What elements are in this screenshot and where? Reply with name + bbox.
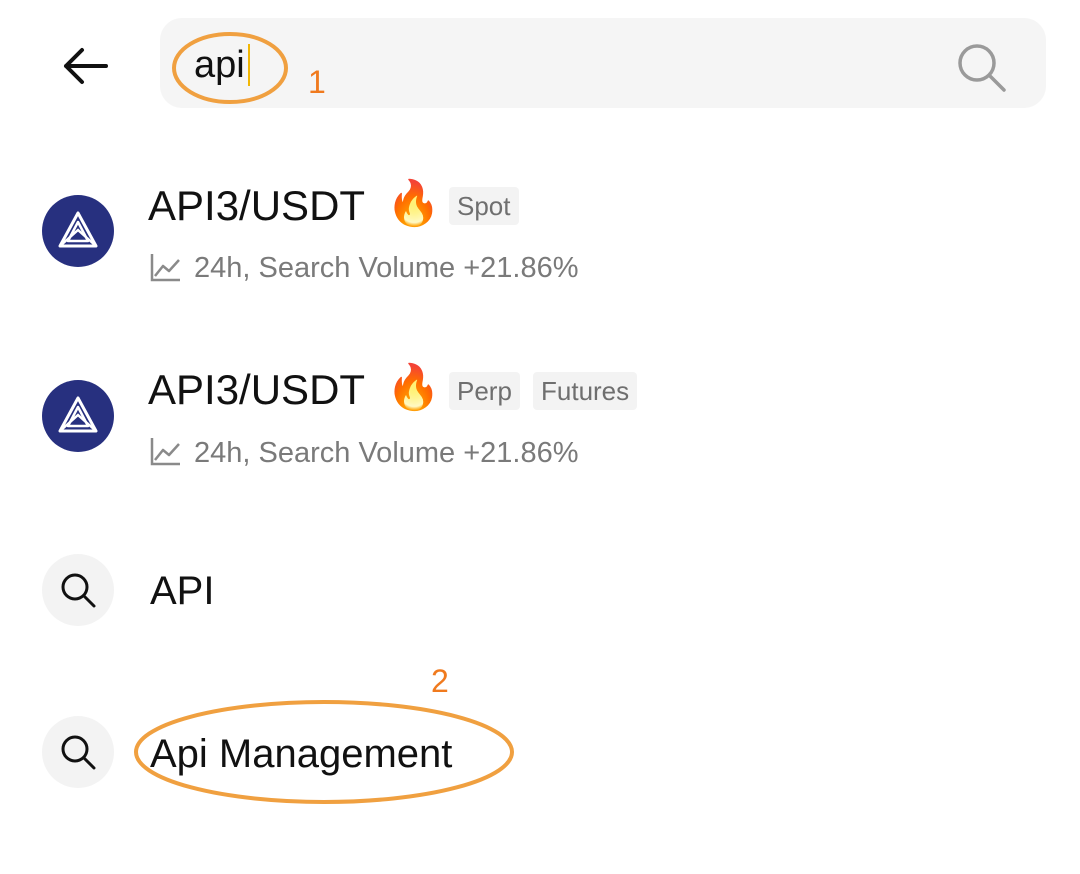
trend-line-icon xyxy=(150,254,180,282)
magnifier-icon xyxy=(61,573,96,608)
suggestion-label: API xyxy=(150,569,215,613)
suggestion-search-icon-bg xyxy=(42,554,114,626)
coin-avatar xyxy=(42,380,114,452)
search-button[interactable] xyxy=(950,36,1012,98)
market-tag-spot: Spot xyxy=(449,187,519,225)
trend-line-icon xyxy=(150,438,180,466)
search-volume-text: 24h, Search Volume +21.86% xyxy=(194,437,579,469)
fire-icon: 🔥 xyxy=(386,179,441,228)
annotation-circle-2 xyxy=(134,700,514,804)
market-tag-futures: Futures xyxy=(533,372,638,410)
pair-name: API3/USDT xyxy=(148,366,366,413)
search-volume-text: 24h, Search Volume +21.86% xyxy=(194,252,579,284)
annotation-circle-1 xyxy=(172,32,288,104)
arrow-left-icon xyxy=(64,48,108,84)
coin-avatar xyxy=(42,195,114,267)
magnifier-icon xyxy=(61,735,96,770)
back-button[interactable] xyxy=(50,36,120,96)
fire-icon: 🔥 xyxy=(386,363,441,412)
suggestion-search-icon-bg xyxy=(42,716,114,788)
annotation-number-1: 1 xyxy=(308,64,326,100)
api3-logo-icon xyxy=(58,396,98,433)
pair-name: API3/USDT xyxy=(148,182,366,229)
magnifier-icon xyxy=(958,44,1006,92)
api3-logo-icon xyxy=(58,211,98,248)
market-tag-perp: Perp xyxy=(449,372,520,410)
